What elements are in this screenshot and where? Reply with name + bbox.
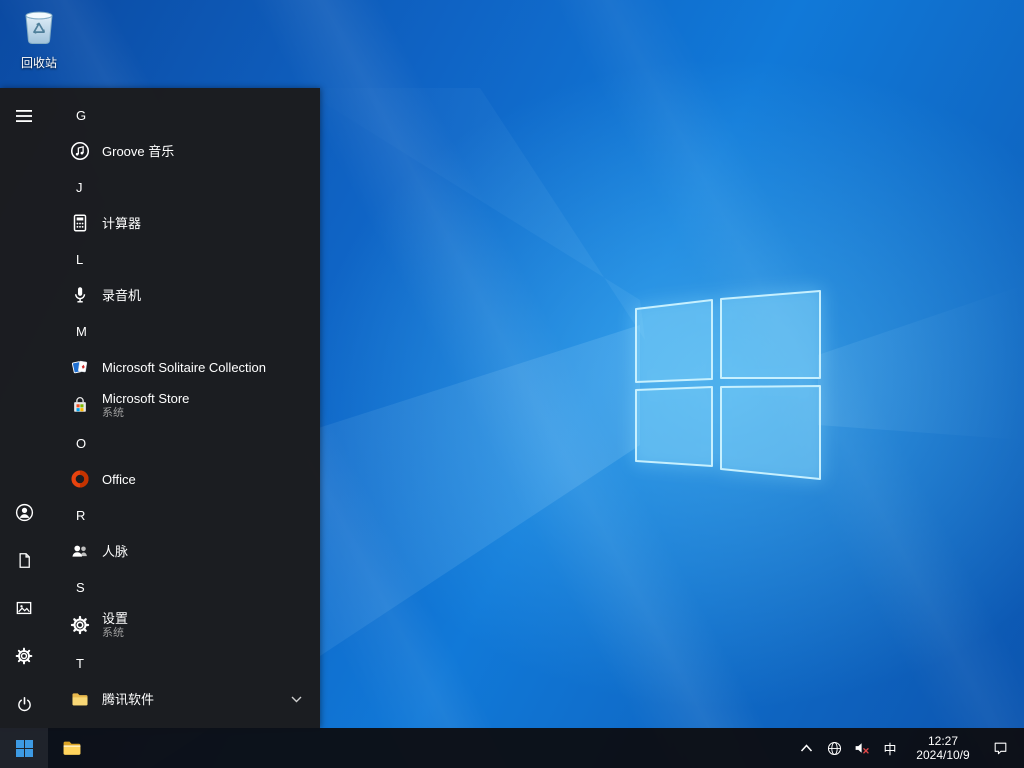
gear-icon xyxy=(15,647,33,665)
app-section-letter-g[interactable]: G xyxy=(48,97,320,133)
app-label: 腾讯软件 xyxy=(102,691,155,707)
start-app-settings[interactable]: 设置 系统 xyxy=(48,605,320,645)
start-app-voice-recorder[interactable]: 录音机 xyxy=(48,277,320,313)
app-section-letter-l[interactable]: L xyxy=(48,241,320,277)
pictures-button[interactable] xyxy=(0,584,48,632)
hamburger-icon xyxy=(16,110,32,122)
section-letter-label: G xyxy=(76,107,87,123)
ime-label: 中 xyxy=(883,741,897,757)
start-app-calculator[interactable]: 计算器 xyxy=(48,205,320,241)
system-tray: 中 12:27 2024/10/9 xyxy=(792,728,1024,768)
desktop-icon-label: 回收站 xyxy=(20,56,57,70)
taskbar: 中 12:27 2024/10/9 xyxy=(0,728,1024,768)
network-button[interactable] xyxy=(820,728,848,768)
hidden-icons-button[interactable] xyxy=(792,728,820,768)
taskbar-clock[interactable]: 12:27 2024/10/9 xyxy=(904,728,982,768)
app-text: Microsoft Store 系统 xyxy=(102,391,189,420)
app-label: 计算器 xyxy=(102,215,142,231)
chevron-down-icon xyxy=(291,692,302,707)
taskbar-empty-area xyxy=(96,728,792,768)
settings-button[interactable] xyxy=(0,632,48,680)
app-subtitle: 系统 xyxy=(102,626,124,639)
calculator-icon xyxy=(68,211,92,235)
section-letter-label: O xyxy=(76,435,87,451)
section-letter-label: M xyxy=(76,323,87,339)
start-menu: G Groove 音乐 J 计算器 L 录音机 M Microsoft Soli… xyxy=(0,88,320,728)
desktop: 回收站 G Groove 音乐 J 计算器 L 录音机 M Microsoft … xyxy=(0,0,1024,768)
volume-button[interactable] xyxy=(848,728,876,768)
start-app-office[interactable]: Office xyxy=(48,461,320,497)
app-label: Groove 音乐 xyxy=(102,143,175,159)
document-icon xyxy=(19,552,30,568)
section-letter-label: J xyxy=(76,179,83,195)
speaker-muted-icon xyxy=(855,743,869,754)
file-explorer-button[interactable] xyxy=(48,728,96,768)
start-button[interactable] xyxy=(0,728,48,768)
app-section-letter-j[interactable]: J xyxy=(48,169,320,205)
groove-music-icon xyxy=(68,139,92,163)
user-account-button[interactable] xyxy=(0,488,48,536)
app-label: 设置 xyxy=(102,610,129,626)
section-letter-label: S xyxy=(76,579,85,595)
app-section-letter-m[interactable]: M xyxy=(48,313,320,349)
chevron-up-icon xyxy=(800,744,812,752)
app-label: Microsoft Solitaire Collection xyxy=(102,359,267,375)
start-menu-expand-button[interactable] xyxy=(0,92,48,140)
user-icon xyxy=(15,503,33,521)
clock-date: 2024/10/9 xyxy=(916,748,970,762)
app-label: Microsoft Store xyxy=(102,390,190,406)
desktop-icon-recycle-bin[interactable]: 回收站 xyxy=(2,6,76,71)
start-app-groove-music[interactable]: Groove 音乐 xyxy=(48,133,320,169)
app-label: 人脉 xyxy=(102,543,129,559)
start-app-list: G Groove 音乐 J 计算器 L 录音机 M Microsoft Soli… xyxy=(48,88,320,728)
app-section-letter-t[interactable]: T xyxy=(48,645,320,681)
app-section-letter-o[interactable]: O xyxy=(48,425,320,461)
start-menu-rail xyxy=(0,88,48,728)
ime-indicator[interactable]: 中 xyxy=(876,728,904,768)
folder-icon xyxy=(68,687,92,711)
voice-recorder-icon xyxy=(68,283,92,307)
app-section-letter-r[interactable]: R xyxy=(48,497,320,533)
solitaire-icon xyxy=(68,355,92,379)
pictures-icon xyxy=(16,601,32,615)
section-letter-label: T xyxy=(76,655,84,671)
app-label: 录音机 xyxy=(102,287,142,303)
documents-button[interactable] xyxy=(0,536,48,584)
app-section-letter-w[interactable]: W xyxy=(48,717,320,729)
clock-time: 12:27 xyxy=(927,734,959,748)
app-subtitle: 系统 xyxy=(102,406,124,419)
action-center-icon xyxy=(994,742,1006,754)
store-icon xyxy=(68,393,92,417)
windows-logo-icon xyxy=(15,739,33,757)
start-folder-tencent[interactable]: 腾讯软件 xyxy=(48,681,320,717)
power-button[interactable] xyxy=(0,680,48,728)
globe-icon xyxy=(827,741,841,755)
gear-icon xyxy=(68,613,92,637)
recycle-bin-icon xyxy=(25,11,53,44)
action-center-button[interactable] xyxy=(982,728,1018,768)
office-icon xyxy=(68,467,92,491)
app-section-letter-s[interactable]: S xyxy=(48,569,320,605)
start-app-solitaire[interactable]: Microsoft Solitaire Collection xyxy=(48,349,320,385)
start-app-people[interactable]: 人脉 xyxy=(48,533,320,569)
folder-icon xyxy=(63,741,81,755)
power-icon xyxy=(17,696,31,711)
people-icon xyxy=(68,539,92,563)
section-letter-label: L xyxy=(76,251,84,267)
app-label: Office xyxy=(102,471,136,487)
app-text: 设置 系统 xyxy=(102,611,128,640)
start-app-microsoft-store[interactable]: Microsoft Store 系统 xyxy=(48,385,320,425)
section-letter-label: R xyxy=(76,507,86,523)
